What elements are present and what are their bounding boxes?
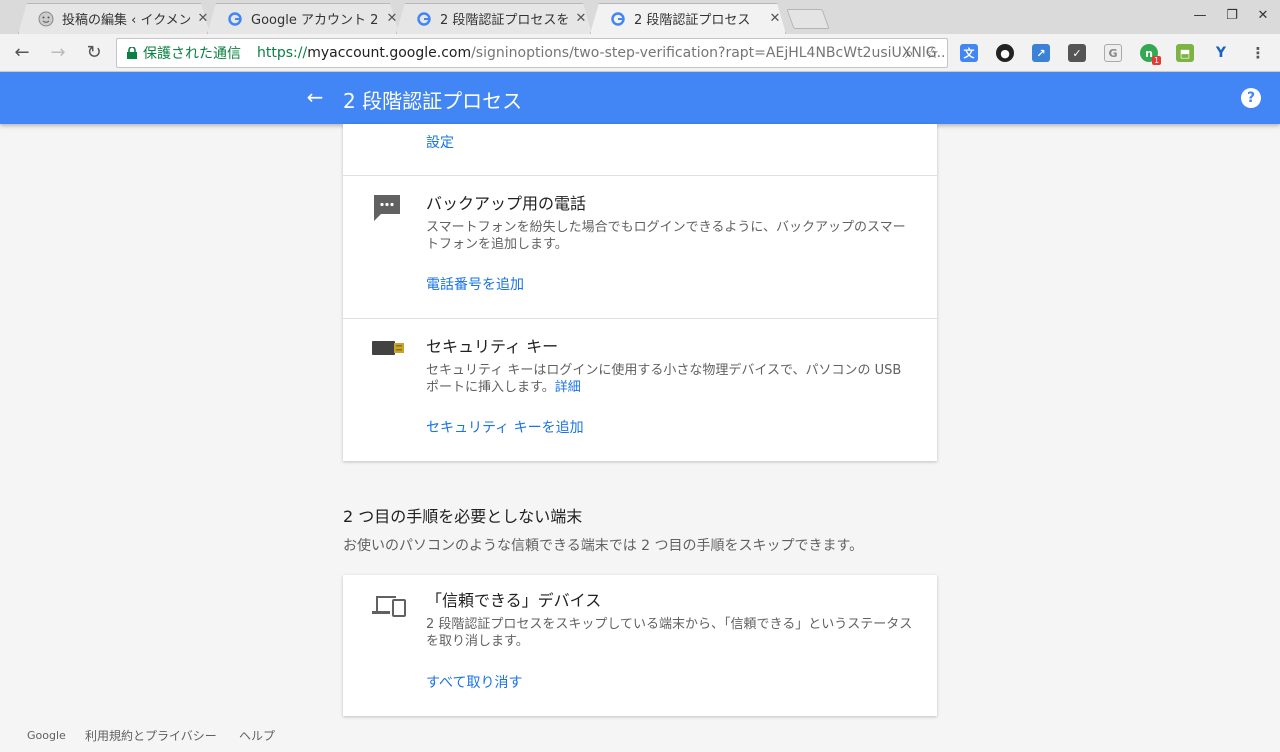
revoke-all-link[interactable]: すべて取り消す	[426, 672, 522, 692]
backup-phone-title: バックアップ用の電話	[426, 194, 587, 213]
url-path: /signinoptions/two-step-verification?rap…	[471, 45, 948, 61]
sms-icon	[372, 194, 402, 226]
usb-key-icon	[372, 339, 404, 361]
close-window-icon[interactable]: ✕	[1253, 8, 1273, 23]
add-security-key-link[interactable]: セキュリティ キーを追加	[426, 417, 584, 437]
color-picker-icon[interactable]: ●	[996, 44, 1014, 62]
backup-phone-row: バックアップ用の電話 スマートフォンを紛失した場合でもログインできるように、バッ…	[343, 175, 937, 318]
details-link[interactable]: 詳細	[555, 380, 581, 395]
security-key-description: セキュリティ キーはログインに使用する小さな物理デバイスで、パソコンの USB …	[426, 363, 902, 395]
google-icon	[610, 11, 626, 27]
browser-toolbar: ← → ↻ 保護された通信 https://myaccount.google.c…	[0, 34, 1280, 72]
trusted-devices-card: 「信頼できる」デバイス 2 段階認証プロセスをスキップしている端末から、「信頼で…	[343, 575, 937, 716]
bookmark-extension-icon[interactable]: ⬒	[1176, 44, 1194, 62]
close-icon[interactable]: ✕	[574, 11, 588, 26]
smiley-icon	[38, 11, 54, 27]
back-arrow-icon[interactable]: ←	[303, 85, 327, 109]
trusted-devices-description: 2 段階認証プロセスをスキップしている端末から、「信頼できる」というステータスを…	[426, 617, 913, 649]
app-header: ← 2 段階認証プロセス ?	[0, 72, 1280, 124]
footer-help-link[interactable]: ヘルプ	[239, 727, 275, 744]
menu-icon[interactable]: ⋮	[1249, 44, 1267, 62]
google-icon	[416, 11, 432, 27]
reload-icon[interactable]: ↻	[83, 43, 105, 65]
g-extension-icon[interactable]: G	[1104, 44, 1122, 62]
security-key-title: セキュリティ キー	[426, 337, 559, 356]
tab-two-step-active[interactable]: 2 段階認証プロセス ✕	[590, 3, 786, 34]
back-icon[interactable]: ←	[11, 43, 33, 65]
footer-terms-link[interactable]: 利用規約とプライバシー	[85, 727, 217, 744]
tab-title: 2 段階認証プロセス	[634, 13, 751, 28]
omnibox-actions: ⌕ ☆	[905, 44, 939, 62]
trusted-section-title: 2 つ目の手順を必要としない端末	[343, 507, 583, 526]
y-extension-icon[interactable]: Y	[1212, 44, 1230, 62]
address-bar[interactable]: 保護された通信 https://myaccount.google.com/sig…	[116, 38, 948, 68]
second-step-card: 設定 バックアップ用の電話 スマートフォンを紛失した場合でもログインできるように…	[343, 124, 937, 461]
tab-google-account[interactable]: Google アカウント 2 段 ✕	[207, 3, 399, 34]
zoom-icon[interactable]: ⌕	[905, 44, 913, 62]
tab-title: 投稿の編集 ‹ イクメンS	[62, 13, 190, 28]
translate-icon[interactable]: 文	[960, 44, 978, 62]
url-host: myaccount.google.com	[307, 45, 472, 61]
url-scheme: https://	[257, 45, 308, 61]
add-phone-link[interactable]: 電話番号を追加	[426, 274, 524, 294]
minimize-icon[interactable]: —	[1190, 8, 1210, 23]
devices-icon	[372, 593, 406, 621]
tab-two-step-a[interactable]: 2 段階認証プロセスを ✕	[396, 3, 592, 34]
help-icon[interactable]: ?	[1241, 88, 1261, 108]
security-key-row: セキュリティ キー セキュリティ キーはログインに使用する小さな物理デバイスで、…	[343, 318, 937, 461]
google-icon	[227, 11, 243, 27]
close-icon[interactable]: ✕	[768, 11, 782, 26]
tab-edit-post[interactable]: 投稿の編集 ‹ イクメンS ✕	[18, 3, 210, 34]
tab-title: 2 段階認証プロセスを	[440, 13, 568, 28]
secure-label: 保護された通信	[143, 46, 241, 62]
footer-google: Google	[27, 729, 66, 742]
restore-icon[interactable]: ❐	[1222, 8, 1242, 23]
forward-icon[interactable]: →	[47, 43, 69, 65]
tab-strip: 投稿の編集 ‹ イクメンS ✕ Google アカウント 2 段 ✕ 2 段階認…	[0, 0, 1280, 34]
security-key-description-block: セキュリティ キーはログインに使用する小さな物理デバイスで、パソコンの USB …	[426, 362, 916, 396]
pocket-icon[interactable]: ✓	[1068, 44, 1086, 62]
backup-phone-description: スマートフォンを紛失した場合でもログインできるように、バックアップのスマートフォ…	[426, 220, 906, 252]
analytics-icon[interactable]: ↗	[1032, 44, 1050, 62]
trusted-section-description: お使いのパソコンのような信頼できる端末では 2 つ目の手順をスキップできます。	[343, 538, 864, 554]
new-tab-button[interactable]	[786, 9, 830, 29]
lock-icon	[127, 45, 137, 61]
tab-title: Google アカウント 2 段	[251, 13, 379, 28]
page-title: 2 段階認証プロセス	[343, 89, 523, 113]
star-icon[interactable]: ☆	[926, 44, 939, 62]
settings-link[interactable]: 設定	[426, 132, 454, 152]
trusted-devices-title: 「信頼できる」デバイス	[426, 591, 602, 610]
extension-badge: 1	[1152, 56, 1162, 65]
